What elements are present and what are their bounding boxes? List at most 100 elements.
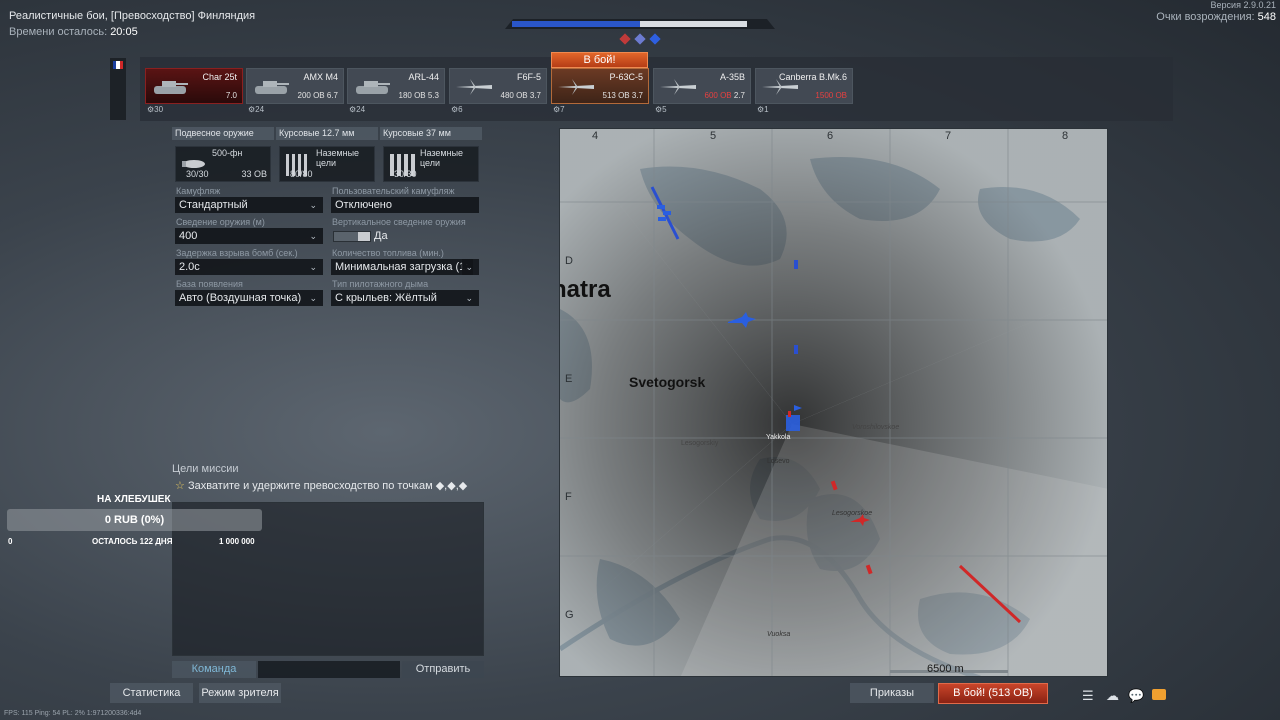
chat-icon[interactable]: 💬 <box>1128 688 1144 704</box>
weapons-tab-127mm[interactable]: Курсовые 12.7 мм <box>276 127 378 140</box>
weapon-preset-127mm[interactable]: Наземные цели 80/80 <box>279 146 375 182</box>
crew-count: 30 <box>154 105 164 114</box>
score-bar-white <box>640 21 747 27</box>
plane-icon <box>456 79 492 95</box>
vehicle-cost: 1500 ОВ <box>815 91 847 100</box>
respawn-label: Очки возрождения: <box>1156 11 1255 23</box>
mail-icon[interactable] <box>1152 689 1166 700</box>
vehicle-slot[interactable]: Char 25t 7.0 <box>145 68 243 104</box>
fuel-select[interactable]: Минимальная загрузка (1: ⌄ <box>331 259 479 275</box>
chat-input[interactable] <box>258 661 400 678</box>
mission-goals-title: Цели миссии <box>172 463 239 475</box>
vehicle-slot[interactable]: AMX M4 200 ОВ 6.7 <box>246 68 344 104</box>
weapon-ammo: 80/80 <box>290 169 313 179</box>
map-label-region: natra <box>560 276 611 303</box>
convergence-value: 400 <box>179 230 198 242</box>
chevron-down-icon: ⌄ <box>462 259 473 275</box>
vehicle-crew: ⚙24 <box>349 105 365 114</box>
vehicle-br: 3.7 <box>529 91 541 100</box>
map-col-5: 5 <box>710 130 717 142</box>
smoke-select[interactable]: С крыльев: Жёлтый ⌄ <box>331 290 479 306</box>
star-icon: ☆ <box>175 480 185 492</box>
map-row-f: F <box>565 491 572 503</box>
convergence-select[interactable]: 400 ⌄ <box>175 228 323 244</box>
to-battle-top-button[interactable]: В бой! <box>551 52 648 68</box>
vehicle-name: AMX M4 <box>303 72 338 82</box>
map-row-d: D <box>565 255 573 267</box>
vehicle-slot[interactable]: P-63C-5 513 ОВ 3.7 <box>551 68 649 104</box>
donation-days-left: ОСТАЛОСЬ 122 ДНЯ <box>92 537 173 546</box>
vehicle-cost-br: 7.0 <box>226 91 237 100</box>
vertical-convergence-toggle[interactable] <box>333 231 371 242</box>
weapons-tab-37mm[interactable]: Курсовые 37 мм <box>380 127 482 140</box>
custom-camo-select[interactable]: Отключено <box>331 197 479 213</box>
toggle-knob <box>358 232 370 241</box>
mission-goal-text: Захватите и удержите превосходство по то… <box>187 480 468 492</box>
crew-count: 24 <box>356 105 366 114</box>
donation-progress-bar: 0 RUB (0%) <box>7 509 262 531</box>
map-label-losevo: Losevo <box>767 458 790 465</box>
weapon-title: Наземные цели <box>420 148 464 168</box>
time-remaining: Времени осталось: 20:05 <box>9 26 138 38</box>
weapon-ammo: 30/30 <box>394 169 417 179</box>
spectator-mode-button[interactable]: Режим зрителя <box>199 683 281 703</box>
vehicle-slot[interactable]: Canberra B.Mk.6 1500 ОВ <box>755 68 853 104</box>
vehicle-cost-br: 200 ОВ 6.7 <box>298 91 339 100</box>
map-label-voroshilovskoe: Voroshilovskoe <box>852 424 900 431</box>
donation-title: НА ХЛЕБУШЕК <box>97 494 171 505</box>
camo-label: Камуфляж <box>176 186 221 196</box>
camo-select[interactable]: Стандартный ⌄ <box>175 197 323 213</box>
smoke-label: Тип пилотажного дыма <box>332 279 429 289</box>
map-label-lesogorskoe: Lesogorskoe <box>832 510 873 517</box>
weapon-preset-bombs[interactable]: 500-фн 30/30 33 ОВ <box>175 146 271 182</box>
vehicle-crew: ⚙5 <box>655 105 667 114</box>
crew-count: 6 <box>458 105 463 114</box>
respawn-value: 548 <box>1257 11 1276 23</box>
score-bar-blue <box>512 21 640 27</box>
vehicle-cost-br: 1500 ОВ <box>815 91 847 100</box>
orders-button[interactable]: Приказы <box>850 683 934 703</box>
plane-icon <box>660 79 696 95</box>
vehicle-name: Canberra B.Mk.6 <box>778 72 847 82</box>
chat-team-tab[interactable]: Команда <box>172 661 256 678</box>
battle-title: Реалистичные бои, [Превосходство] Финлян… <box>9 10 256 22</box>
vehicle-crew: ⚙24 <box>248 105 264 114</box>
to-battle-button[interactable]: В бой! (513 ОВ) <box>938 683 1048 704</box>
vehicle-cost-br: 480 ОВ 3.7 <box>501 91 542 100</box>
time-label: Времени осталось: <box>9 26 108 38</box>
list-icon[interactable]: ☰ <box>1082 688 1094 704</box>
vehicle-slot[interactable]: ARL-44 180 ОВ 5.3 <box>347 68 445 104</box>
spawn-select[interactable]: Авто (Воздушная точка) ⌄ <box>175 290 323 306</box>
nation-flag-panel <box>110 58 126 120</box>
weapons-tab-suspended[interactable]: Подвесное оружие <box>172 127 274 140</box>
custom-camo-value: Отключено <box>335 199 392 211</box>
chat-send-button[interactable]: Отправить <box>402 661 484 678</box>
squad-icon[interactable]: ☁ <box>1106 688 1119 704</box>
map-col-7: 7 <box>945 130 952 142</box>
map-col-6: 6 <box>827 130 834 142</box>
vehicle-cost: 513 ОВ <box>602 91 630 100</box>
vehicle-slot[interactable]: F6F-5 480 ОВ 3.7 <box>449 68 547 104</box>
bomb-delay-select[interactable]: 2.0с ⌄ <box>175 259 323 275</box>
bomb-delay-label: Задержка взрыва бомб (сек.) <box>176 248 298 258</box>
time-value: 20:05 <box>110 26 138 38</box>
fuel-label: Количество топлива (мин.) <box>332 248 444 258</box>
weapon-preset-37mm[interactable]: Наземные цели 30/30 <box>383 146 479 182</box>
custom-camo-label: Пользовательский камуфляж <box>332 186 455 196</box>
vehicle-name: F6F-5 <box>516 72 541 82</box>
spawn-value: Авто (Воздушная точка) <box>179 292 302 304</box>
map-col-4: 4 <box>592 130 599 142</box>
map-label-yakkola: Yakkola <box>766 434 791 441</box>
chevron-down-icon: ⌄ <box>309 293 317 303</box>
performance-stats: FPS: 115 Ping: 54 PL: 2% 1:971200336:4d4 <box>4 710 142 717</box>
vehicle-slot[interactable]: A-35B 600 ОВ 2.7 <box>653 68 751 104</box>
plane-icon <box>558 79 594 95</box>
tank-icon <box>154 81 188 94</box>
fuel-value: Минимальная загрузка (1: <box>335 261 469 273</box>
map-label-vuoksa: Vuoksa <box>767 631 791 638</box>
vehicle-name: ARL-44 <box>408 72 439 82</box>
map-col-8: 8 <box>1062 130 1069 142</box>
vehicle-cost: 480 ОВ <box>500 91 528 100</box>
statistics-button[interactable]: Статистика <box>110 683 193 703</box>
tactical-map[interactable]: 4 5 6 7 8 D E F G natra Svetogorsk Lesog… <box>559 128 1108 677</box>
